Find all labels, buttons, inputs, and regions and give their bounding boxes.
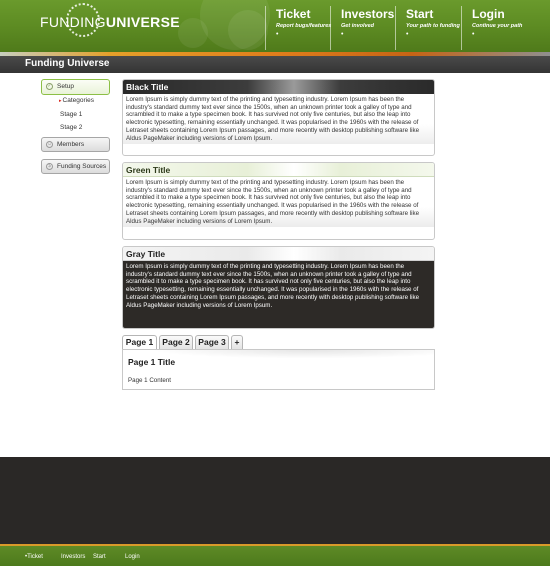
setup-check-icon: ✓ — [46, 83, 53, 90]
sidebar-item-label: Setup — [57, 83, 74, 90]
footer-link-investors[interactable]: Investors — [61, 554, 85, 560]
members-icon: ☺ — [46, 141, 53, 148]
tab-page-2[interactable]: Page 2 — [159, 335, 193, 349]
sidebar-item-setup[interactable]: ✓ Setup — [41, 79, 110, 95]
footer-link-label: Ticket — [27, 554, 43, 560]
nav-item-start[interactable]: Start Your path to funding • — [395, 6, 460, 50]
panel-body: Lorem Ipsum is simply dummy text of the … — [123, 261, 434, 328]
page-title: Funding Universe — [25, 58, 110, 69]
sidebar-subitem-label: Categories — [62, 97, 94, 104]
add-tab-button[interactable]: + — [231, 335, 243, 349]
funding-sources-icon: $ — [46, 163, 53, 170]
sidebar-subitem-stage-2[interactable]: Stage 2 — [60, 124, 82, 131]
logo-text-thin: FUNDING — [40, 14, 106, 30]
header-bubble-decoration — [178, 18, 208, 48]
gray-panel: Gray Title Lorem Ipsum is simply dummy t… — [122, 246, 435, 329]
nav-bullet-icon: • — [472, 31, 475, 38]
tab-panel: Page 1 Title Page 1 Content — [122, 349, 435, 390]
green-panel: Green Title Lorem Ipsum is simply dummy … — [122, 162, 435, 240]
sidebar-item-members[interactable]: ☺ Members — [41, 137, 110, 152]
footer-link-start[interactable]: Start — [93, 554, 106, 560]
panel-body: Lorem Ipsum is simply dummy text of the … — [123, 177, 434, 228]
tab-content-body: Page 1 Content — [128, 377, 172, 384]
tab-page-3[interactable]: Page 3 — [195, 335, 229, 349]
footer-link-ticket[interactable]: •Ticket — [25, 554, 43, 560]
tab-content-title: Page 1 Title — [128, 357, 176, 367]
sidebar-item-label: Funding Sources — [57, 163, 107, 170]
nav-title: Investors — [341, 7, 395, 21]
site-logo[interactable]: FUNDINGUNIVERSE — [40, 14, 180, 38]
nav-item-login[interactable]: Login Continue your path • — [461, 6, 522, 50]
logo-text-bold: UNIVERSE — [105, 14, 180, 30]
tab-page-1[interactable]: Page 1 — [122, 335, 157, 350]
panel-body: Lorem Ipsum is simply dummy text of the … — [123, 94, 434, 145]
sidebar-subitem-label: Stage 1 — [60, 111, 83, 118]
sidebar-item-funding-sources[interactable]: $ Funding Sources — [41, 159, 110, 174]
site-header: FUNDINGUNIVERSE Ticket Report bugs/featu… — [0, 0, 550, 52]
panel-title: Black Title — [123, 80, 434, 94]
nav-title: Ticket — [276, 7, 311, 21]
nav-item-investors[interactable]: Investors Get involved • — [330, 6, 394, 50]
nav-bullet-icon: • — [276, 31, 279, 38]
footer-dark-area — [0, 457, 550, 544]
nav-subtitle: Report bugs/features — [276, 23, 332, 29]
sidebar-item-label: Members — [57, 141, 85, 148]
black-panel: Black Title Lorem Ipsum is simply dummy … — [122, 79, 435, 156]
page-title-bar: Funding Universe — [0, 56, 550, 73]
nav-title: Start — [406, 7, 434, 21]
nav-bullet-icon: • — [341, 31, 344, 38]
nav-subtitle: Get involved — [341, 23, 375, 29]
nav-subtitle: Continue your path — [472, 23, 523, 29]
header-bubble-decoration — [228, 10, 268, 50]
footer-link-login[interactable]: Login — [125, 554, 140, 560]
nav-subtitle: Your path to funding — [406, 23, 460, 29]
red-arrow-icon: ▸ — [59, 98, 62, 104]
nav-item-ticket[interactable]: Ticket Report bugs/features • — [265, 6, 331, 50]
sidebar-subitem-label: Stage 2 — [60, 124, 83, 131]
panel-title: Green Title — [123, 163, 434, 177]
sidebar-subitem-categories[interactable]: ▸Categories — [59, 97, 94, 104]
sidebar-subitem-stage-1[interactable]: Stage 1 — [60, 111, 82, 118]
nav-bullet-icon: • — [406, 31, 409, 38]
panel-title: Gray Title — [123, 247, 434, 261]
nav-title: Login — [472, 7, 505, 21]
